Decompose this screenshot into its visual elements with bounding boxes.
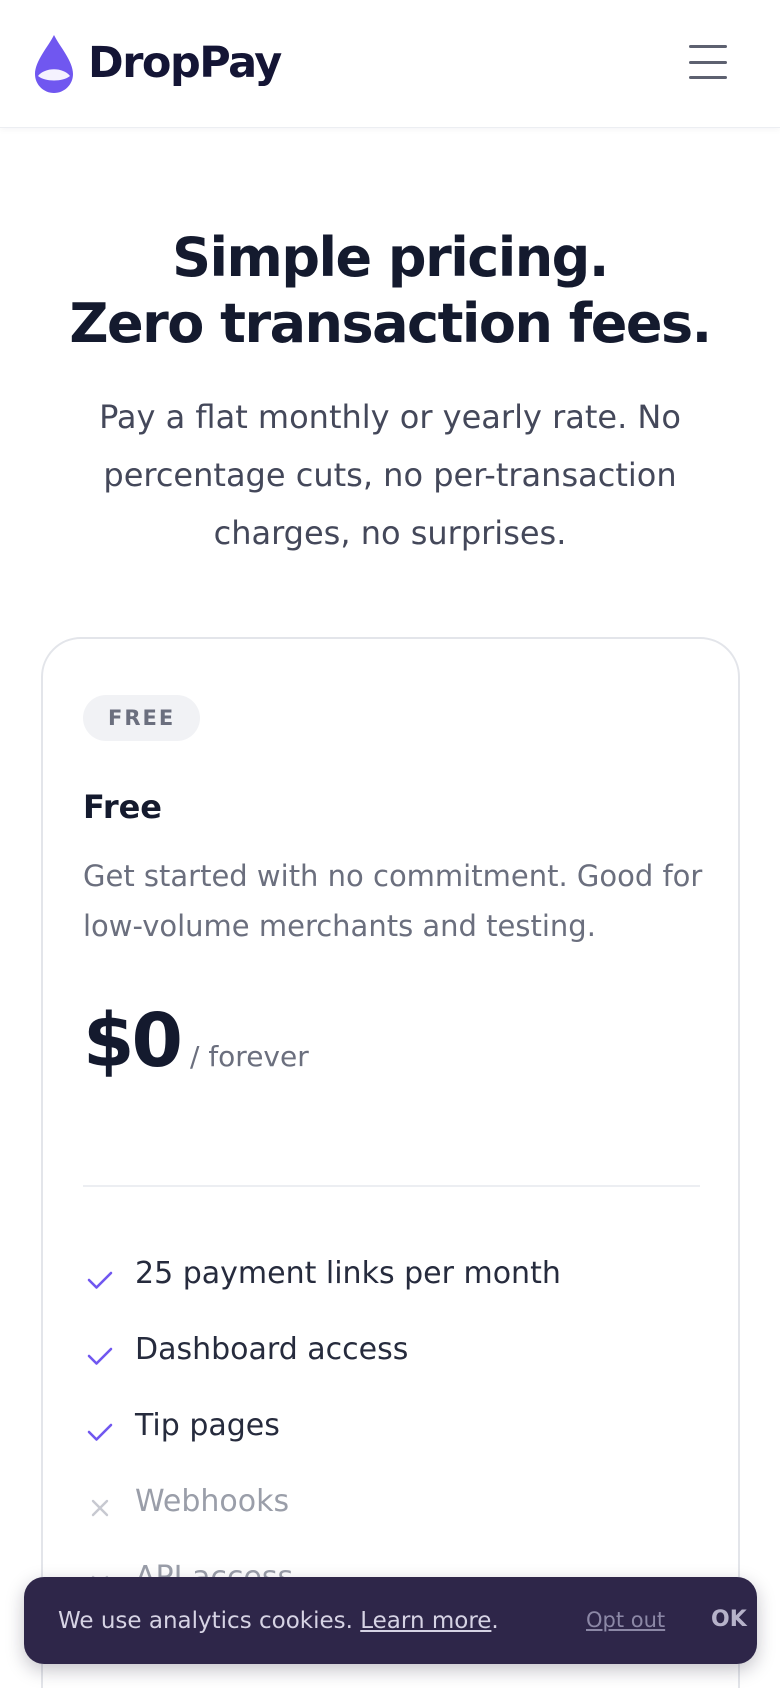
free-plan-card: FREE Free Get started with no commitment…: [41, 637, 740, 1688]
feature-label: Dashboard access: [135, 1332, 409, 1367]
page-title-line-2: Zero transaction fees.: [69, 292, 712, 355]
divider: [83, 1185, 700, 1187]
check-icon: [87, 1423, 113, 1441]
brand-name: DropPay: [88, 38, 282, 88]
feature-item: 25 payment links per month: [83, 1236, 703, 1312]
page-title: Simple pricing. Zero transaction fees.: [0, 225, 780, 357]
cookie-banner: We use analytics cookies. Learn more. Op…: [24, 1577, 757, 1664]
pricing-page: DropPay Simple pricing. Zero transaction…: [0, 0, 780, 1688]
plan-period: / forever: [189, 1040, 309, 1073]
plan-tier-badge: FREE: [83, 695, 201, 741]
feature-label: Tip pages: [135, 1408, 280, 1443]
learn-more-link[interactable]: Learn more: [360, 1608, 491, 1634]
cookie-message: We use analytics cookies.: [58, 1607, 353, 1634]
feature-item: Tip pages: [83, 1388, 703, 1464]
x-icon: [91, 1499, 109, 1517]
feature-item: Dashboard access: [83, 1312, 703, 1388]
brand-logo[interactable]: DropPay: [33, 31, 282, 95]
plan-price: $0: [83, 998, 183, 1084]
cookie-message-container: We use analytics cookies. Learn more.: [58, 1606, 499, 1636]
ok-button[interactable]: OK: [711, 1605, 747, 1635]
plan-price-row: $0 / forever: [83, 996, 309, 1086]
feature-item: Webhooks: [83, 1464, 703, 1540]
droplet-logo-icon: [35, 35, 73, 93]
feature-label: 25 payment links per month: [135, 1256, 561, 1291]
site-header: DropPay: [0, 0, 780, 128]
feature-label: Webhooks: [135, 1484, 290, 1519]
page-subtitle: Pay a flat monthly or yearly rate. No pe…: [99, 398, 681, 552]
plan-name: Free: [83, 788, 162, 826]
plan-description: Get started with no commitment. Good for…: [83, 859, 703, 943]
cookie-period: .: [491, 1607, 499, 1634]
page-title-line-1: Simple pricing.: [172, 226, 609, 289]
hamburger-menu-icon[interactable]: [689, 42, 727, 82]
opt-out-link[interactable]: Opt out: [586, 1605, 665, 1635]
feature-list: 25 payment links per month Dashboard acc…: [83, 1236, 703, 1616]
check-icon: [87, 1271, 113, 1289]
check-icon: [87, 1347, 113, 1365]
